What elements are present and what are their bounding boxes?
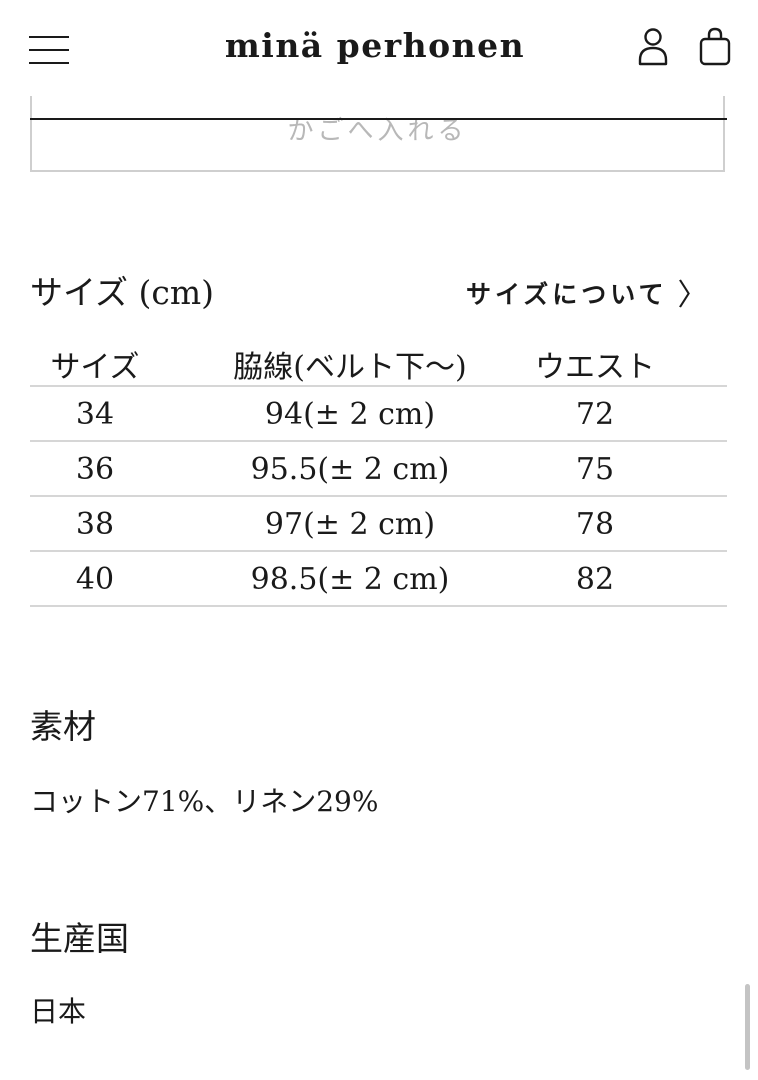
size-cell: 34 [75, 397, 115, 432]
size-guide-label: サイズについて [466, 280, 668, 309]
shopping-bag-icon[interactable] [698, 26, 732, 68]
waist-cell: 82 [575, 562, 615, 597]
chevron-right-icon: 〉 [677, 278, 712, 313]
size-table: サイズ 脇線(ベルト下〜) ウエスト 34 94(± 2 cm) 72 36 9… [30, 332, 727, 607]
side-length-cell: 95.5(± 2 cm) [250, 452, 450, 487]
table-row: 34 94(± 2 cm) 72 [30, 387, 727, 442]
origin-value: 日本 [30, 995, 87, 1028]
size-cell: 36 [75, 452, 115, 487]
table-row: 38 97(± 2 cm) 78 [30, 497, 727, 552]
waist-cell: 75 [575, 452, 615, 487]
waist-cell: 78 [575, 507, 615, 542]
add-to-cart-button[interactable]: かごへ入れる [30, 96, 725, 172]
side-length-cell: 97(± 2 cm) [264, 507, 436, 542]
material-value: コットン71%、リネン29% [30, 785, 379, 818]
scrollbar[interactable] [745, 984, 750, 1070]
table-header-row: サイズ 脇線(ベルト下〜) ウエスト [30, 332, 727, 387]
table-row: 40 98.5(± 2 cm) 82 [30, 552, 727, 607]
column-header-size: サイズ [50, 350, 140, 385]
cart-button-top-border [30, 118, 727, 120]
side-length-cell: 94(± 2 cm) [264, 397, 436, 432]
size-section-title: サイズ (cm) [30, 273, 215, 312]
site-header: minä perhonen [0, 0, 758, 96]
user-icon[interactable] [636, 26, 670, 68]
origin-title: 生産国 [30, 919, 129, 958]
column-header-side-length: 脇線(ベルト下〜) [233, 350, 467, 385]
size-cell: 38 [75, 507, 115, 542]
add-to-cart-label: かごへ入れる [287, 116, 468, 146]
size-cell: 40 [75, 562, 115, 597]
size-guide-link[interactable]: サイズについて〉 [466, 270, 712, 314]
table-row: 36 95.5(± 2 cm) 75 [30, 442, 727, 497]
material-title: 素材 [30, 707, 96, 746]
side-length-cell: 98.5(± 2 cm) [250, 562, 450, 597]
waist-cell: 72 [575, 397, 615, 432]
column-header-waist: ウエスト [535, 350, 655, 385]
